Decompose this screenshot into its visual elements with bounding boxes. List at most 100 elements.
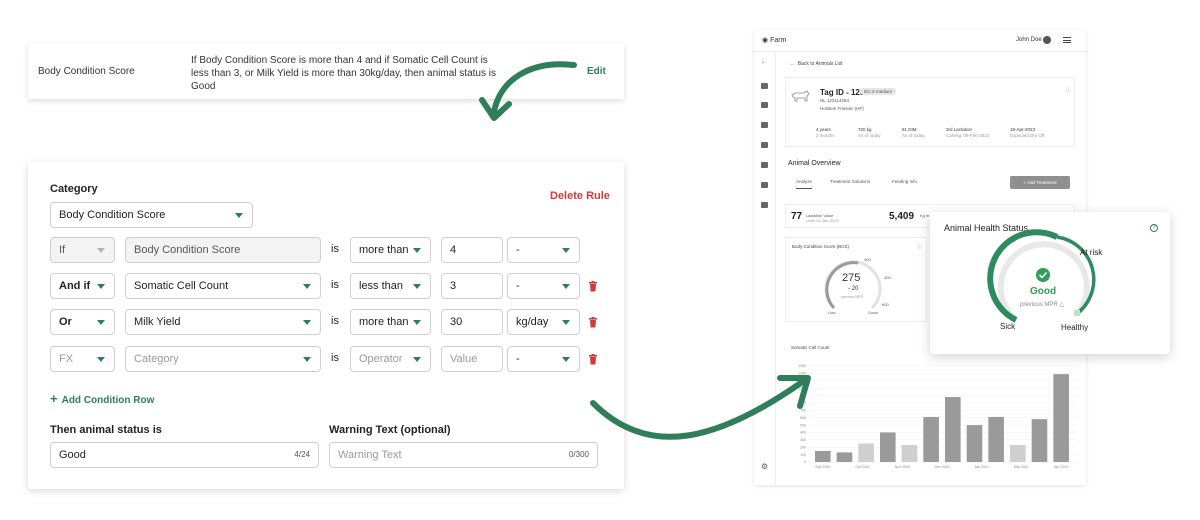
bcs-delta: - 20: [848, 286, 859, 292]
connector-value: Or: [59, 316, 72, 328]
sidebar-cow-icon[interactable]: [761, 102, 768, 108]
y-tick-label: 500: [800, 423, 806, 427]
x-tick-label: Apr 2021: [1054, 465, 1068, 469]
sick-label: Sick: [1000, 322, 1016, 331]
trash-icon[interactable]: [588, 317, 598, 328]
connector-select[interactable]: Or: [50, 309, 115, 335]
add-treatment-button[interactable]: + Add Treatment: [1010, 176, 1070, 189]
info-icon[interactable]: ⓘ: [1066, 87, 1071, 94]
rule-summary-text: If Body Condition Score is more than 4 a…: [191, 55, 496, 92]
condition-field-select[interactable]: Milk Yield: [125, 309, 321, 335]
chevron-down-icon: [413, 284, 421, 289]
gauge-marker: [1074, 310, 1080, 316]
bar: [1010, 445, 1026, 462]
bcs-good-label: Good: [868, 310, 878, 315]
unit-select[interactable]: kg/day: [507, 309, 580, 335]
operator-select[interactable]: less than: [350, 273, 431, 299]
logo-text: Farm: [770, 37, 787, 44]
category-select[interactable]: Body Condition Score: [50, 202, 253, 228]
warning-char-count: 0/300: [568, 450, 589, 459]
x-tick-label: Dec 2020: [934, 465, 949, 469]
user-name[interactable]: John Doe: [1016, 37, 1042, 43]
is-label: is: [331, 315, 339, 327]
value-input[interactable]: Value: [441, 346, 503, 372]
chevron-down-icon: [97, 357, 105, 362]
condition-field-select[interactable]: Category: [125, 346, 321, 372]
value-input[interactable]: 3: [441, 273, 503, 299]
back-link-text: Back to Animals List: [797, 61, 843, 67]
value-input[interactable]: 4: [441, 237, 503, 263]
app-logo: ◉ Farm: [762, 37, 787, 44]
tab-analyze[interactable]: Analyze: [796, 179, 813, 189]
delete-rule-button[interactable]: Delete Rule: [550, 190, 610, 202]
tab-feeding-info[interactable]: Feeding Info: [892, 179, 917, 184]
bar: [901, 445, 918, 462]
connector-select[interactable]: If: [50, 237, 115, 263]
sidebar-milk-icon[interactable]: [761, 162, 768, 168]
chevron-down-icon: [97, 248, 105, 253]
chevron-down-icon: [562, 357, 570, 362]
back-link[interactable]: ← Back to Animals List: [790, 61, 843, 67]
chevron-down-icon: [97, 320, 105, 325]
y-tick-label: 700: [800, 409, 806, 413]
unit-select[interactable]: -: [507, 273, 580, 299]
chevron-right-icon[interactable]: ›: [762, 60, 764, 66]
sidebar-barn-icon[interactable]: [761, 83, 768, 89]
unit-value: -: [516, 244, 520, 256]
unit-select[interactable]: -: [507, 237, 580, 263]
unit-value: -: [516, 280, 520, 292]
connector-select[interactable]: And if: [50, 273, 115, 299]
scc-bar-chart: 0 100 200 300 400 500 600 700 800 900 1000 1100 1200…: [798, 364, 1077, 469]
health-gauge: [987, 229, 1096, 323]
trash-icon[interactable]: [588, 281, 598, 292]
sidebar-health-icon[interactable]: [761, 122, 768, 128]
operator-select[interactable]: Operator: [350, 346, 431, 372]
bar: [923, 416, 939, 462]
avatar[interactable]: [1043, 36, 1051, 44]
operator-value: less than: [359, 280, 404, 292]
connector-select[interactable]: FX: [50, 346, 115, 372]
tab-treatment-solutions[interactable]: Treatment Solutions: [830, 179, 870, 184]
sidebar-feed-icon[interactable]: [761, 142, 768, 148]
bar: [858, 443, 874, 462]
status-input[interactable]: Good 4/24: [50, 442, 319, 468]
condition-field-placeholder: Category: [134, 353, 179, 365]
warning-text-input[interactable]: Warning Text 0/300: [329, 442, 598, 468]
settings-gear-icon[interactable]: ⚙: [761, 462, 768, 471]
bcs-tick: 600: [882, 302, 889, 307]
sidebar-report-icon[interactable]: [761, 202, 768, 208]
y-tick-label: 900: [800, 394, 806, 398]
condition-field-select[interactable]: Body Condition Score: [125, 237, 321, 263]
cow-icon: [791, 90, 810, 102]
bar: [966, 425, 983, 462]
bcs-sub: previous MPR: [841, 295, 863, 299]
is-label: is: [331, 352, 339, 364]
x-tick-label: Jan 2021: [974, 465, 988, 469]
sidebar-herd-icon[interactable]: [761, 182, 768, 188]
unit-select[interactable]: -: [507, 346, 580, 372]
status-char-count: 4/24: [294, 450, 310, 459]
chevron-down-icon: [303, 320, 311, 325]
value-text: 4: [450, 244, 457, 256]
health-previous-label: previous MPR △: [1020, 302, 1064, 308]
chevron-down-icon: [413, 248, 421, 253]
y-tick-label: 1300: [798, 364, 806, 368]
is-label: is: [331, 243, 339, 255]
value-text: 30: [450, 316, 463, 328]
y-tick-label: 1000: [798, 386, 806, 390]
add-condition-row-button[interactable]: + Add Condition Row: [50, 391, 154, 406]
hamburger-menu-icon[interactable]: [1063, 37, 1071, 43]
condition-field-select[interactable]: Somatic Cell Count: [125, 273, 321, 299]
operator-select[interactable]: more than: [350, 309, 431, 335]
status-value: Good: [59, 449, 86, 461]
chevron-down-icon: [562, 248, 570, 253]
bcs-value: 275: [842, 272, 861, 284]
check-circle-icon: [1036, 268, 1050, 282]
trash-icon[interactable]: [588, 354, 598, 365]
edit-rule-link[interactable]: Edit: [587, 66, 606, 77]
rule-summary-card: Body Condition Score If Body Condition S…: [28, 43, 624, 99]
value-input[interactable]: 30: [441, 309, 503, 335]
operator-select[interactable]: more than: [350, 237, 431, 263]
chevron-down-icon: [303, 284, 311, 289]
y-tick-label: 0: [804, 460, 806, 464]
